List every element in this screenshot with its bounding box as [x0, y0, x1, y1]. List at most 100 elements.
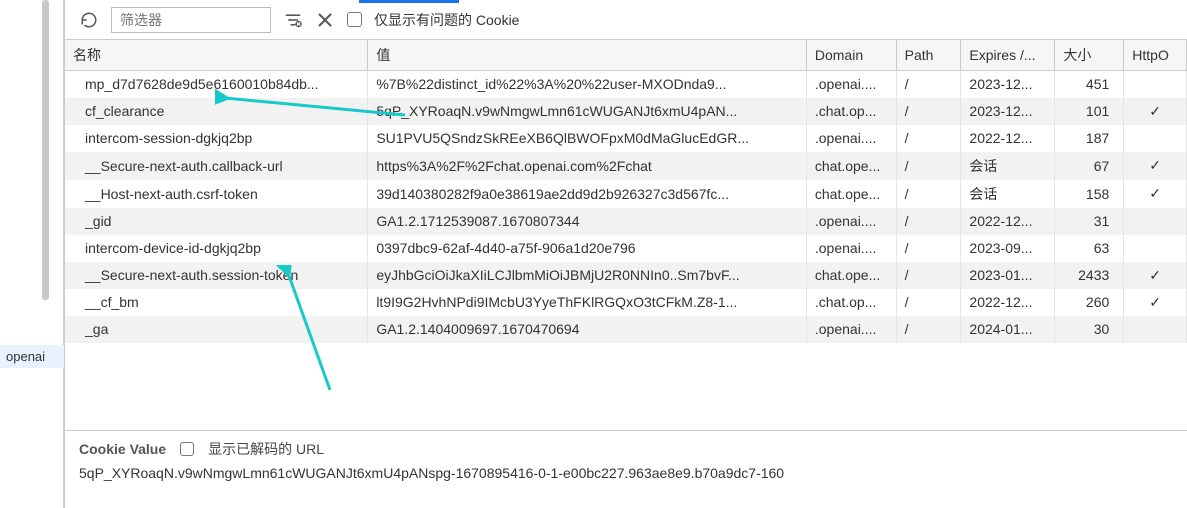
table-row[interactable]: mp_d7d7628de9d5e6160010b84db...%7B%22dis…	[65, 71, 1187, 98]
cell-http	[1124, 71, 1187, 98]
cell-http: ✓	[1124, 152, 1187, 180]
cell-expires: 2024-01...	[961, 316, 1055, 343]
cell-name: __cf_bm	[65, 289, 368, 316]
table-row[interactable]: __Secure-next-auth.session-tokeneyJhbGci…	[65, 262, 1187, 289]
cell-expires: 会话	[961, 152, 1055, 180]
cell-expires: 2023-01...	[961, 262, 1055, 289]
cell-name: __Secure-next-auth.callback-url	[65, 152, 368, 180]
cell-domain: chat.ope...	[806, 152, 896, 180]
refresh-button[interactable]	[79, 10, 99, 30]
col-size[interactable]: 大小	[1055, 40, 1124, 71]
cookie-detail-panel: Cookie Value 显示已解码的 URL 5qP_XYRoaqN.v9wN…	[65, 430, 1187, 508]
cell-path: /	[896, 71, 961, 98]
clear-filter-button[interactable]	[283, 10, 303, 30]
toolbar: 仅显示有问题的 Cookie	[65, 0, 1187, 40]
cell-domain: chat.ope...	[806, 262, 896, 289]
cell-http: ✓	[1124, 289, 1187, 316]
cell-name: cf_clearance	[65, 98, 368, 125]
cell-http: ✓	[1124, 98, 1187, 125]
decode-url-checkbox[interactable]	[180, 442, 194, 456]
cell-size: 30	[1055, 316, 1124, 343]
cell-domain: .openai....	[806, 125, 896, 152]
table-row[interactable]: _gaGA1.2.1404009697.1670470694.openai...…	[65, 316, 1187, 343]
cell-expires: 2022-12...	[961, 125, 1055, 152]
cell-value: 39d140380282f9a0e38619ae2dd9d2b926327c3d…	[368, 180, 807, 208]
cell-size: 2433	[1055, 262, 1124, 289]
cell-expires: 会话	[961, 180, 1055, 208]
cell-name: __Secure-next-auth.session-token	[65, 262, 368, 289]
cell-name: mp_d7d7628de9d5e6160010b84db...	[65, 71, 368, 98]
cell-size: 67	[1055, 152, 1124, 180]
cell-domain: .openai....	[806, 71, 896, 98]
table-row[interactable]: __Secure-next-auth.callback-urlhttps%3A%…	[65, 152, 1187, 180]
cell-path: /	[896, 180, 961, 208]
cell-domain: .openai....	[806, 316, 896, 343]
cell-name: intercom-device-id-dgkjq2bp	[65, 235, 368, 262]
cell-value: 5qP_XYRoaqN.v9wNmgwLmn61cWUGANJt6xmU4pAN…	[368, 98, 807, 125]
cell-size: 63	[1055, 235, 1124, 262]
col-path[interactable]: Path	[896, 40, 961, 71]
table-row[interactable]: cf_clearance5qP_XYRoaqN.v9wNmgwLmn61cWUG…	[65, 98, 1187, 125]
cell-value: GA1.2.1404009697.1670470694	[368, 316, 807, 343]
cell-name: _ga	[65, 316, 368, 343]
cell-value: https%3A%2F%2Fchat.openai.com%2Fchat	[368, 152, 807, 180]
cell-domain: .openai....	[806, 235, 896, 262]
cookie-table: 名称 值 Domain Path Expires /... 大小 HttpO m…	[65, 40, 1187, 343]
cell-value: SU1PVU5QSndzSkREeXB6QlBWOFpxM0dMaGlucEdG…	[368, 125, 807, 152]
cell-name: _gid	[65, 208, 368, 235]
problem-only-label: 仅显示有问题的 Cookie	[374, 10, 519, 30]
cell-expires: 2023-09...	[961, 235, 1055, 262]
left-panel: openai	[0, 0, 64, 508]
problem-only-checkbox[interactable]	[347, 12, 362, 27]
col-name[interactable]: 名称	[65, 40, 368, 71]
cell-name: intercom-session-dgkjq2bp	[65, 125, 368, 152]
cookie-table-container: 名称 值 Domain Path Expires /... 大小 HttpO m…	[65, 40, 1187, 430]
cell-value: GA1.2.1712539087.1670807344	[368, 208, 807, 235]
cell-expires: 2023-12...	[961, 71, 1055, 98]
cell-value: %7B%22distinct_id%22%3A%20%22user-MXODnd…	[368, 71, 807, 98]
cell-domain: chat.ope...	[806, 180, 896, 208]
cell-size: 187	[1055, 125, 1124, 152]
cell-path: /	[896, 235, 961, 262]
cookie-value-text[interactable]: 5qP_XYRoaqN.v9wNmgwLmn61cWUGANJt6xmU4pAN…	[79, 465, 1173, 481]
col-domain[interactable]: Domain	[806, 40, 896, 71]
cell-expires: 2022-12...	[961, 289, 1055, 316]
left-panel-selected-item[interactable]: openai	[0, 345, 64, 368]
cell-size: 260	[1055, 289, 1124, 316]
cell-path: /	[896, 208, 961, 235]
cell-name: __Host-next-auth.csrf-token	[65, 180, 368, 208]
col-expires[interactable]: Expires /...	[961, 40, 1055, 71]
col-http[interactable]: HttpO	[1124, 40, 1187, 71]
cell-path: /	[896, 125, 961, 152]
cell-size: 31	[1055, 208, 1124, 235]
cell-expires: 2022-12...	[961, 208, 1055, 235]
col-value[interactable]: 值	[368, 40, 807, 71]
cell-value: lt9I9G2HvhNPdi9IMcbU3YyeThFKlRGQxO3tCFkM…	[368, 289, 807, 316]
active-tab-indicator	[359, 0, 459, 3]
cell-size: 101	[1055, 98, 1124, 125]
cell-domain: .openai....	[806, 208, 896, 235]
cookie-value-label: Cookie Value	[79, 441, 166, 457]
table-row[interactable]: _gidGA1.2.1712539087.1670807344.openai..…	[65, 208, 1187, 235]
cell-http	[1124, 235, 1187, 262]
table-row[interactable]: intercom-device-id-dgkjq2bp0397dbc9-62af…	[65, 235, 1187, 262]
cell-http	[1124, 208, 1187, 235]
filter-input[interactable]	[111, 7, 271, 33]
cell-path: /	[896, 98, 961, 125]
cell-http: ✓	[1124, 180, 1187, 208]
decode-url-label: 显示已解码的 URL	[208, 439, 324, 459]
left-panel-scrollbar[interactable]	[42, 0, 49, 300]
cell-path: /	[896, 152, 961, 180]
cell-path: /	[896, 289, 961, 316]
cell-value: eyJhbGciOiJkaXIiLCJlbmMiOiJBMjU2R0NNIn0.…	[368, 262, 807, 289]
table-row[interactable]: intercom-session-dgkjq2bpSU1PVU5QSndzSkR…	[65, 125, 1187, 152]
cell-http	[1124, 316, 1187, 343]
cell-http	[1124, 125, 1187, 152]
table-row[interactable]: __cf_bmlt9I9G2HvhNPdi9IMcbU3YyeThFKlRGQx…	[65, 289, 1187, 316]
cell-size: 158	[1055, 180, 1124, 208]
cell-domain: .chat.op...	[806, 98, 896, 125]
clear-all-button[interactable]	[315, 10, 335, 30]
cell-value: 0397dbc9-62af-4d40-a75f-906a1d20e796	[368, 235, 807, 262]
cell-domain: .chat.op...	[806, 289, 896, 316]
table-row[interactable]: __Host-next-auth.csrf-token39d140380282f…	[65, 180, 1187, 208]
